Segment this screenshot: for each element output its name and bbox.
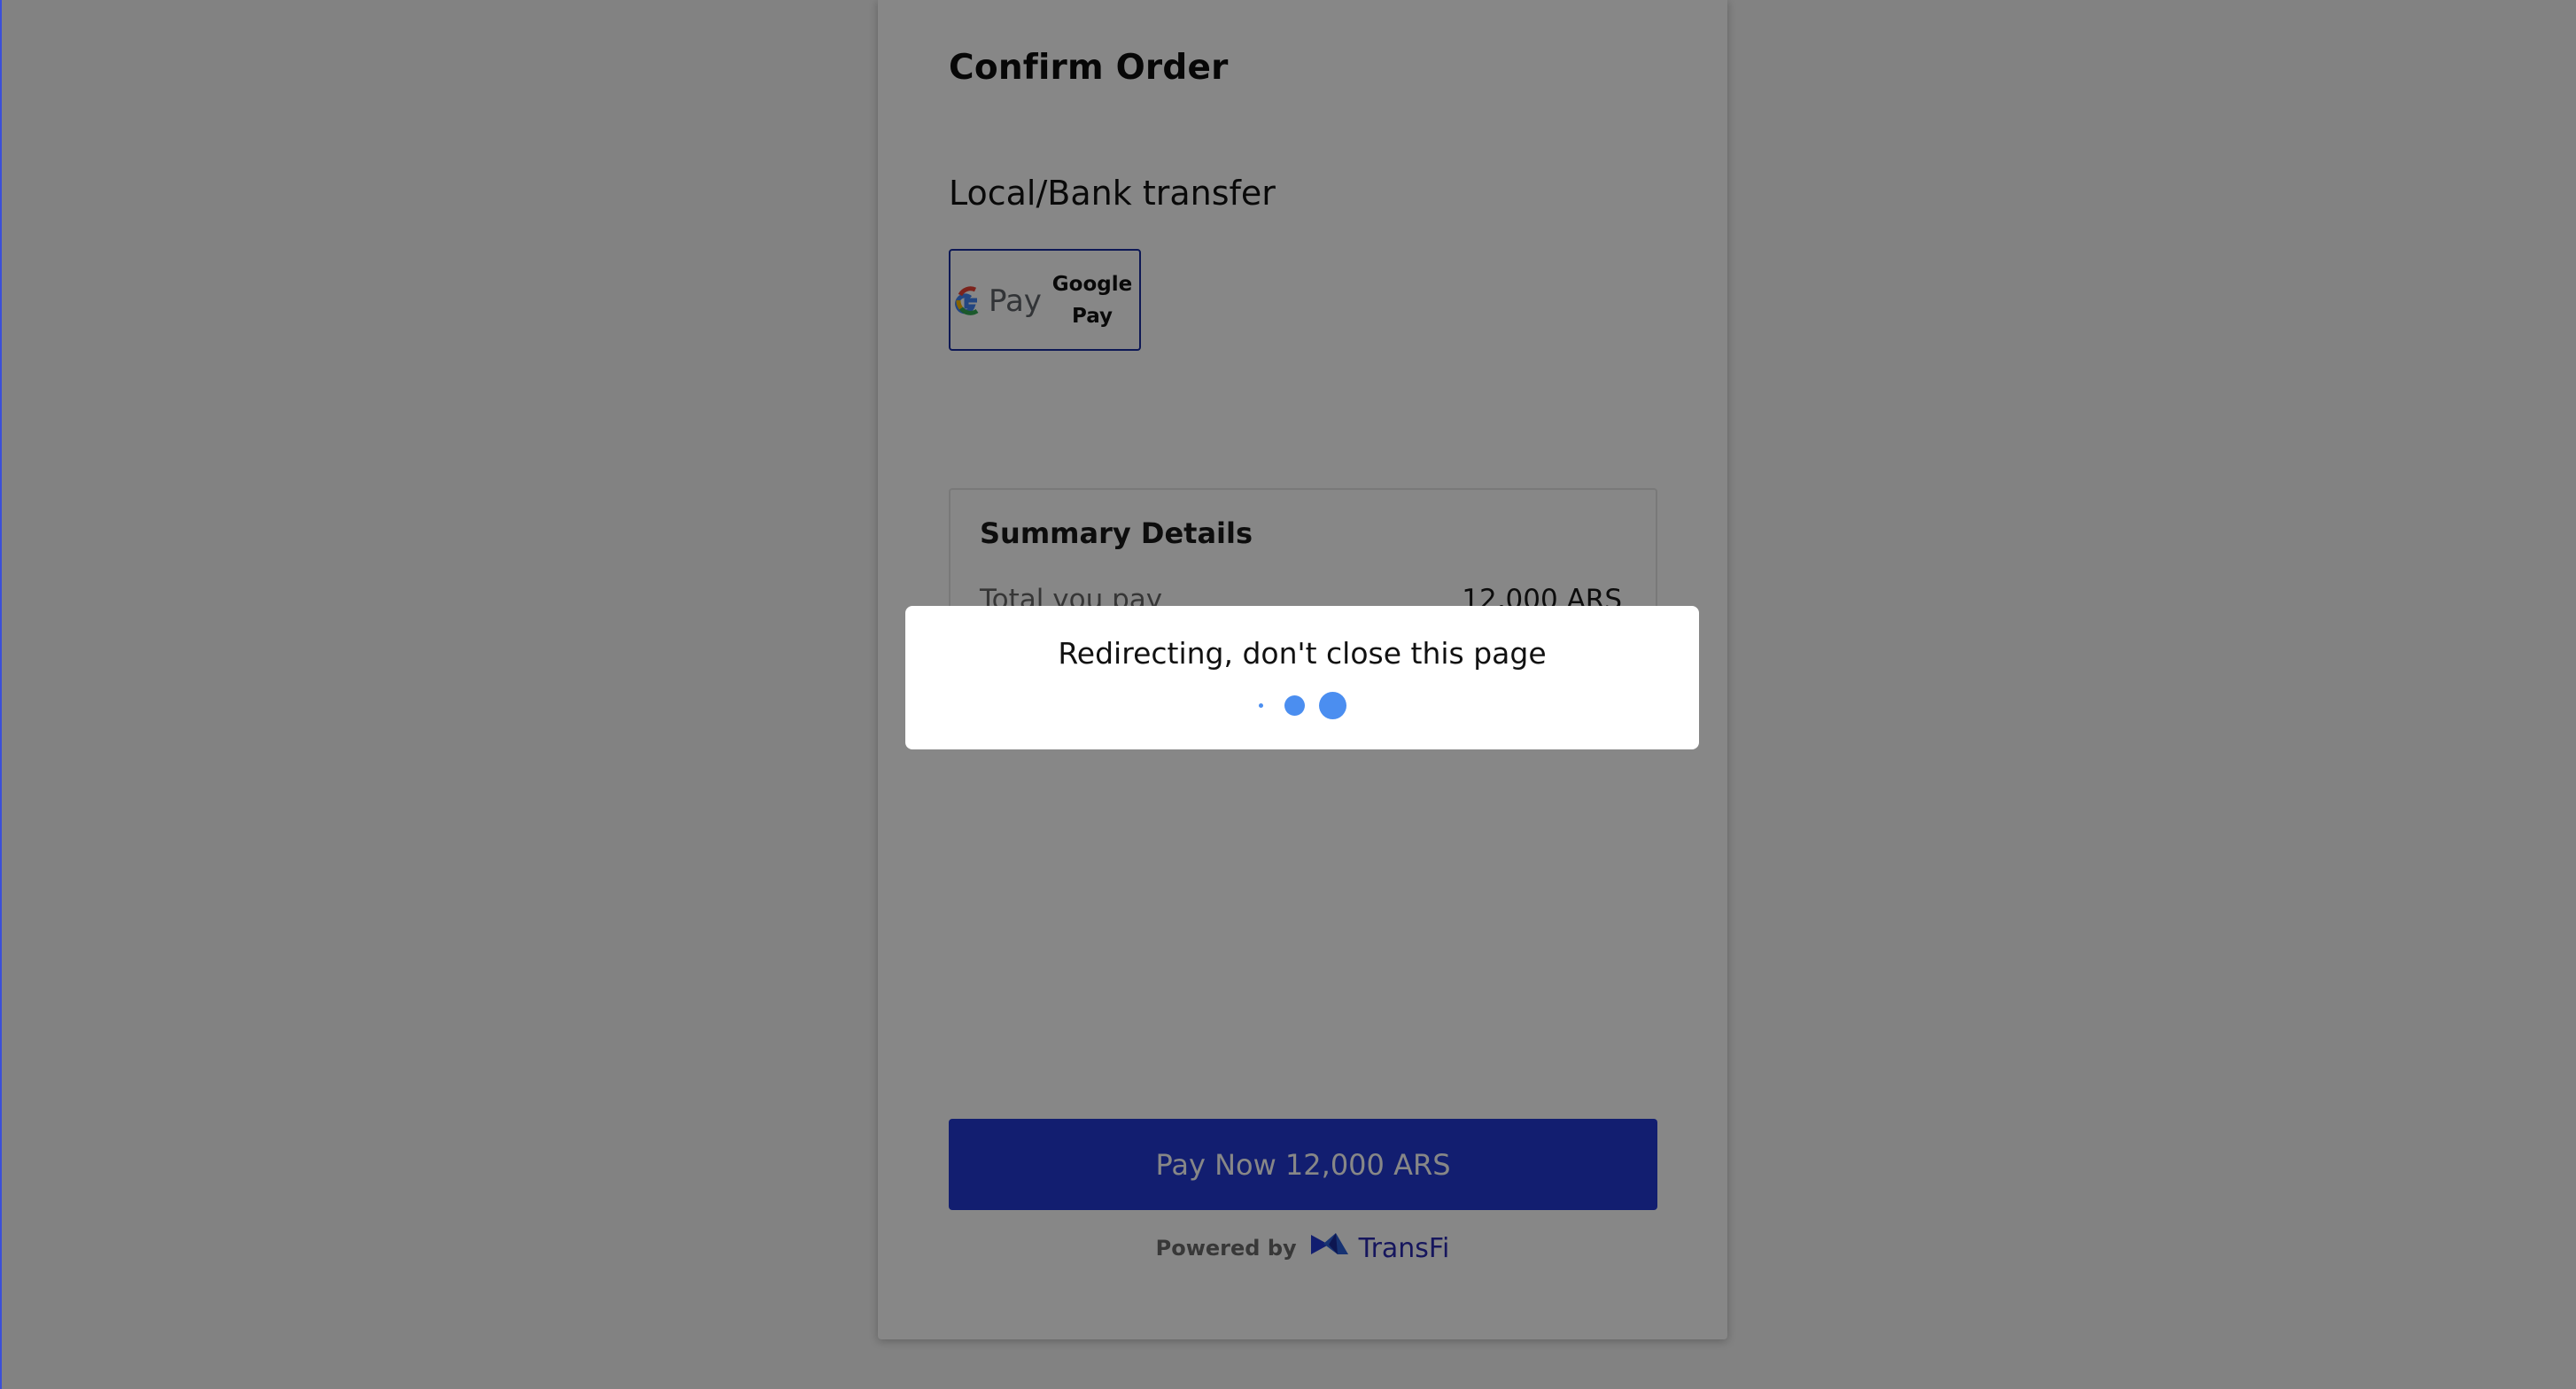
loading-dot-large — [1318, 691, 1346, 719]
window-edge — [0, 0, 2, 1389]
loading-dot-small — [1258, 702, 1263, 708]
redirect-message: Redirecting, don't close this page — [1058, 636, 1547, 671]
loading-dot-medium — [1284, 694, 1305, 716]
loading-dots-icon — [905, 691, 1699, 719]
redirect-modal: Redirecting, don't close this page — [905, 606, 1699, 749]
